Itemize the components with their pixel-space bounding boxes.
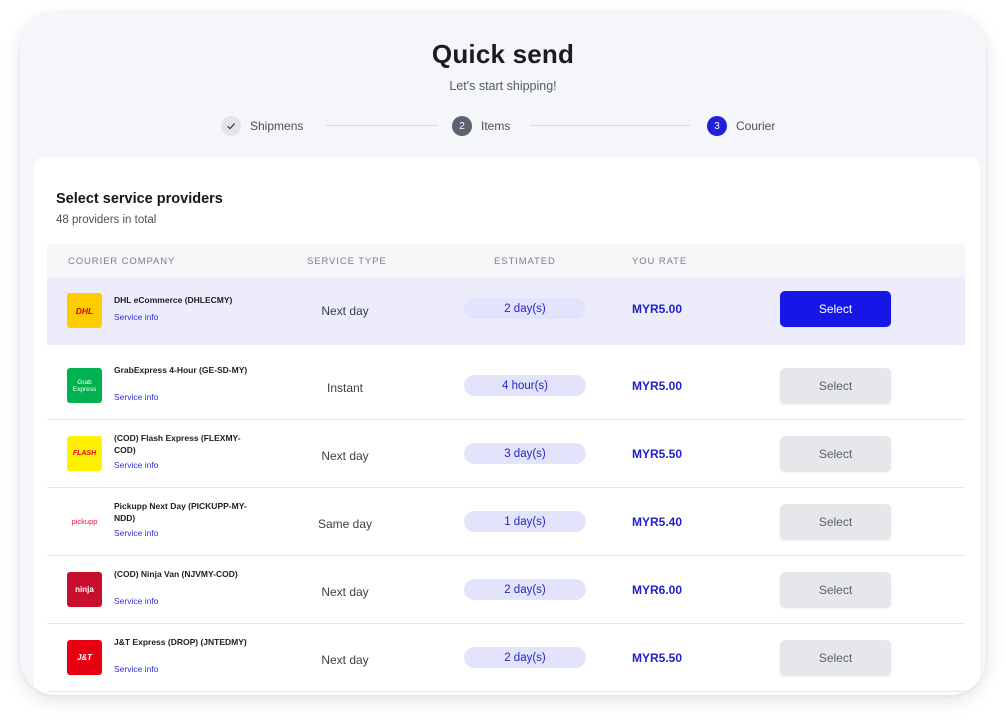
service-info-link[interactable]: Service info bbox=[114, 664, 158, 674]
providers-card: Select service providers 48 providers in… bbox=[34, 157, 980, 695]
rate-value: MYR5.50 bbox=[632, 447, 683, 461]
service-info-link[interactable]: Service info bbox=[114, 460, 158, 470]
estimated-badge: 2 day(s) bbox=[464, 579, 586, 600]
service-type: Same day bbox=[317, 517, 373, 531]
page-header: Quick send Let's start shipping! Shipmen… bbox=[20, 12, 986, 162]
estimated-badge: 1 day(s) bbox=[464, 511, 586, 532]
courier-name: (COD) Ninja Van (NJVMY-COD) bbox=[114, 569, 238, 579]
page-title: Quick send bbox=[431, 39, 575, 69]
service-type: Next day bbox=[321, 585, 369, 599]
jt-express-logo: J&T bbox=[67, 640, 102, 675]
step-connector bbox=[326, 125, 438, 126]
estimated-badge: 4 hour(s) bbox=[464, 375, 586, 396]
estimated-badge: 2 day(s) bbox=[464, 298, 586, 319]
page-subtitle: Let's start shipping! bbox=[449, 79, 557, 93]
courier-name: J&T Express (DROP) (JNTEDMY) bbox=[114, 637, 247, 647]
service-type: Next day bbox=[321, 653, 369, 667]
app-window: Quick send Let's start shipping! Shipmen… bbox=[20, 12, 986, 695]
column-header-service-type: SERVICE TYPE bbox=[307, 256, 387, 267]
table-row[interactable]: pickupp Pickupp Next Day (PICKUPP-MY-NDD… bbox=[47, 488, 965, 556]
step-connector bbox=[530, 125, 690, 126]
flash-express-logo: FLASH bbox=[67, 436, 102, 471]
progress-stepper: Shipmens 2 Items 3 Courier bbox=[20, 115, 986, 139]
ninja-van-logo: ninja bbox=[67, 572, 102, 607]
estimated-badge: 3 day(s) bbox=[464, 443, 586, 464]
step-label: Items bbox=[481, 119, 511, 133]
table-header: COURIER COMPANY SERVICE TYPE ESTIMATED Y… bbox=[47, 244, 965, 277]
select-button[interactable]: Select bbox=[780, 436, 891, 472]
step-courier[interactable]: 3 Courier bbox=[707, 115, 775, 137]
rate-value: MYR5.40 bbox=[632, 515, 683, 529]
step-number: 2 bbox=[452, 116, 472, 136]
column-header-estimated: ESTIMATED bbox=[494, 256, 556, 267]
service-type: Instant bbox=[326, 381, 364, 395]
providers-count: 48 providers in total bbox=[56, 214, 157, 226]
checkmark-icon bbox=[221, 116, 241, 136]
rate-value: MYR5.00 bbox=[632, 302, 683, 316]
table-row[interactable]: FLASH (COD) Flash Express (FLEXMY-COD) S… bbox=[47, 420, 965, 488]
estimated-badge: 2 day(s) bbox=[464, 647, 586, 668]
table-row[interactable]: J&T J&T Express (DROP) (JNTEDMY) Service… bbox=[47, 624, 965, 692]
table-row[interactable]: DHL DHL eCommerce (DHLECMY) Service info… bbox=[47, 277, 965, 345]
service-info-link[interactable]: Service info bbox=[114, 392, 158, 402]
service-type: Next day bbox=[321, 449, 369, 463]
column-header-courier: COURIER COMPANY bbox=[68, 256, 176, 267]
step-items[interactable]: 2 Items bbox=[452, 115, 510, 137]
courier-name: Pickupp Next Day (PICKUPP-MY-NDD) bbox=[114, 501, 247, 523]
step-label: Shipmens bbox=[250, 119, 304, 133]
step-shipments[interactable]: Shipmens bbox=[221, 115, 303, 137]
grab-logo: Grab Express bbox=[67, 368, 102, 403]
step-number: 3 bbox=[707, 116, 727, 136]
courier-name: GrabExpress 4-Hour (GE-SD-MY) bbox=[114, 365, 248, 375]
table-row[interactable]: ninja (COD) Ninja Van (NJVMY-COD) Servic… bbox=[47, 556, 965, 624]
service-info-link[interactable]: Service info bbox=[114, 596, 158, 606]
courier-name: DHL eCommerce (DHLECMY) bbox=[114, 295, 233, 305]
section-title: Select service providers bbox=[56, 191, 223, 207]
rate-value: MYR6.00 bbox=[632, 583, 683, 597]
rate-value: MYR5.00 bbox=[632, 379, 683, 393]
select-button[interactable]: Select bbox=[780, 368, 891, 404]
column-header-rate: YOU RATE bbox=[632, 256, 688, 267]
select-button[interactable]: Select bbox=[780, 572, 891, 608]
pickupp-logo: pickupp bbox=[67, 504, 102, 539]
select-button[interactable]: Select bbox=[780, 640, 891, 676]
select-button[interactable]: Select bbox=[780, 504, 891, 540]
service-info-link[interactable]: Service info bbox=[114, 312, 158, 322]
dhl-logo: DHL bbox=[67, 293, 102, 328]
select-button[interactable]: Select bbox=[780, 291, 891, 327]
courier-name: (COD) Flash Express (FLEXMY-COD) bbox=[114, 433, 241, 455]
step-label: Courier bbox=[736, 119, 776, 133]
service-info-link[interactable]: Service info bbox=[114, 528, 158, 538]
rate-value: MYR5.50 bbox=[632, 651, 683, 665]
table-row[interactable]: Grab Express GrabExpress 4-Hour (GE-SD-M… bbox=[47, 352, 965, 420]
service-type: Next day bbox=[321, 304, 369, 318]
